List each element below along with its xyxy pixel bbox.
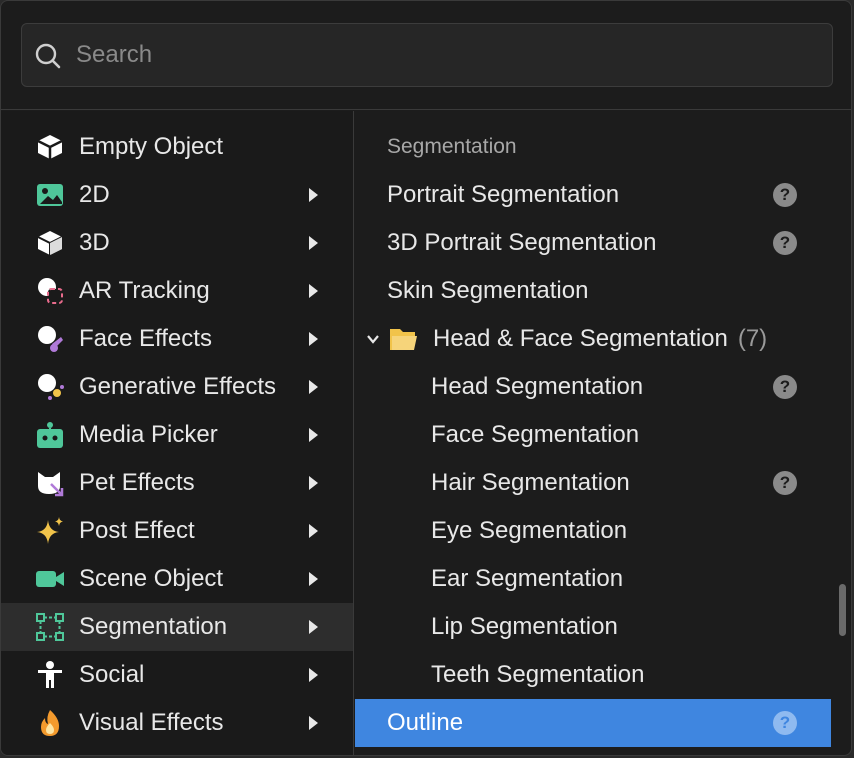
submenu-arrow-icon: [309, 572, 318, 586]
category-empty-object[interactable]: Empty Object: [1, 123, 353, 171]
submenu-item-ear-segmentation[interactable]: Ear Segmentation: [355, 555, 831, 603]
category-label: AR Tracking: [79, 277, 210, 304]
category-list: Empty Object 2D 3D AR Tracking Face Effe…: [1, 111, 354, 755]
submenu-item-hair-segmentation[interactable]: Hair Segmentation ?: [355, 459, 831, 507]
submenu-item-skin-segmentation[interactable]: Skin Segmentation: [355, 267, 831, 315]
submenu-arrow-icon: [309, 284, 318, 298]
cube-icon: [35, 228, 65, 258]
category-post-effect[interactable]: Post Effect: [1, 507, 353, 555]
chevron-down-icon[interactable]: [365, 331, 381, 347]
category-label: Scene Object: [79, 565, 224, 592]
face-effects-icon: [35, 324, 65, 354]
item-label: Ear Segmentation: [431, 565, 624, 592]
category-label: Pet Effects: [79, 469, 195, 496]
camera-icon: [35, 564, 65, 594]
category-label: Segmentation: [79, 613, 228, 640]
submenu-items: Portrait Segmentation ? 3D Portrait Segm…: [355, 171, 831, 747]
item-label: Hair Segmentation: [431, 469, 630, 496]
ar-tracking-icon: [35, 276, 65, 306]
submenu-item-lip-segmentation[interactable]: Lip Segmentation: [355, 603, 831, 651]
media-picker-icon: [35, 420, 65, 450]
submenu-arrow-icon: [309, 332, 318, 346]
submenu-arrow-icon: [309, 524, 318, 538]
category-label: Social: [79, 661, 145, 688]
category-label: Face Effects: [79, 325, 212, 352]
help-icon[interactable]: ?: [773, 471, 797, 495]
search-bar: [1, 1, 851, 110]
item-label: Head Segmentation: [431, 373, 644, 400]
category-ar-tracking[interactable]: AR Tracking: [1, 267, 353, 315]
category-segmentation[interactable]: Segmentation: [1, 603, 353, 651]
category-scene-object[interactable]: Scene Object: [1, 555, 353, 603]
submenu-title: Segmentation: [387, 135, 517, 158]
category-label: 2D: [79, 181, 110, 208]
folder-label: Head & Face Segmentation: [433, 325, 728, 352]
category-generative-effects[interactable]: Generative Effects: [1, 363, 353, 411]
submenu-item-outline[interactable]: Outline ?: [355, 699, 831, 747]
cube-outline-icon: [35, 132, 65, 162]
submenu-arrow-icon: [309, 620, 318, 634]
help-icon[interactable]: ?: [773, 711, 797, 735]
flame-icon: [35, 708, 65, 738]
category-visual-effects[interactable]: Visual Effects: [1, 699, 353, 747]
folder-head-face-segmentation[interactable]: Head & Face Segmentation (7): [355, 315, 831, 363]
generative-effects-icon: [35, 372, 65, 402]
add-object-menu: Empty Object 2D 3D: [0, 0, 852, 756]
category-pet-effects[interactable]: Pet Effects: [1, 459, 353, 507]
submenu-arrow-icon: [309, 428, 318, 442]
category-face-effects[interactable]: Face Effects: [1, 315, 353, 363]
help-icon[interactable]: ?: [773, 183, 797, 207]
sparkle-icon: [35, 516, 65, 546]
submenu-item-3d-portrait-segmentation[interactable]: 3D Portrait Segmentation ?: [355, 219, 831, 267]
segmentation-icon: [35, 612, 65, 642]
submenu-item-face-segmentation[interactable]: Face Segmentation: [355, 411, 831, 459]
help-icon[interactable]: ?: [773, 231, 797, 255]
category-label: Media Picker: [79, 421, 218, 448]
category-3d[interactable]: 3D: [1, 219, 353, 267]
category-2d[interactable]: 2D: [1, 171, 353, 219]
category-label: Generative Effects: [79, 373, 276, 400]
scrollbar-thumb[interactable]: [839, 584, 846, 636]
help-icon[interactable]: ?: [773, 375, 797, 399]
pet-effects-icon: [35, 468, 65, 498]
category-label: Post Effect: [79, 517, 195, 544]
image-icon: [35, 180, 65, 210]
search-box[interactable]: [21, 23, 833, 87]
submenu-item-portrait-segmentation[interactable]: Portrait Segmentation ?: [355, 171, 831, 219]
submenu-arrow-icon: [309, 236, 318, 250]
category-social[interactable]: Social: [1, 651, 353, 699]
submenu-arrow-icon: [309, 188, 318, 202]
item-label: Eye Segmentation: [431, 517, 628, 544]
item-label: Skin Segmentation: [387, 277, 589, 304]
item-label: Teeth Segmentation: [431, 661, 645, 688]
submenu-arrow-icon: [309, 668, 318, 682]
item-label: Face Segmentation: [431, 421, 640, 448]
submenu-item-teeth-segmentation[interactable]: Teeth Segmentation: [355, 651, 831, 699]
folder-open-icon: [390, 329, 417, 350]
submenu-panel: Segmentation Portrait Segmentation ? 3D …: [355, 111, 831, 755]
search-icon: [35, 43, 61, 69]
submenu-item-eye-segmentation[interactable]: Eye Segmentation: [355, 507, 831, 555]
item-label: Portrait Segmentation: [387, 181, 620, 208]
submenu-arrow-icon: [309, 476, 318, 490]
search-input[interactable]: [76, 24, 816, 86]
item-label: 3D Portrait Segmentation: [387, 229, 657, 256]
category-media-picker[interactable]: Media Picker: [1, 411, 353, 459]
item-label: Lip Segmentation: [431, 613, 618, 640]
category-label: Empty Object: [79, 133, 224, 160]
submenu-item-head-segmentation[interactable]: Head Segmentation ?: [355, 363, 831, 411]
submenu-arrow-icon: [309, 380, 318, 394]
folder-count: (7): [737, 325, 768, 352]
submenu-arrow-icon: [309, 716, 318, 730]
category-label: Visual Effects: [79, 709, 224, 736]
category-label: 3D: [79, 229, 110, 256]
item-label: Outline: [387, 709, 464, 736]
person-icon: [35, 660, 65, 690]
